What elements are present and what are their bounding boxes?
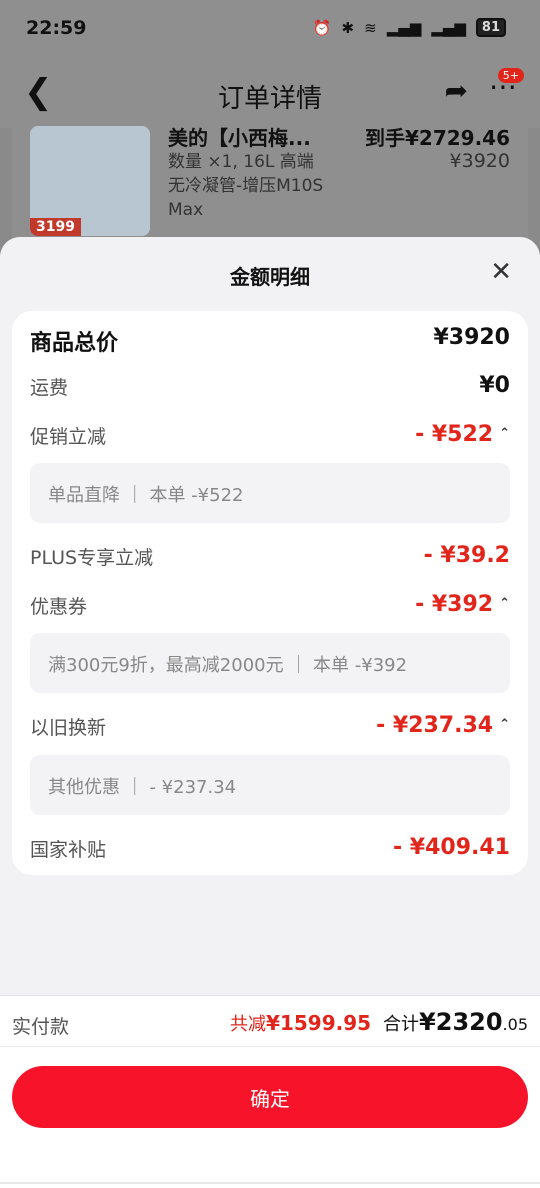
row-total-value: ¥3920 (433, 325, 510, 350)
coupon-detail-box: 满300元9折，最高减2000元 ｜ 本单 -¥392 (30, 633, 510, 693)
row-coupon-label: 优惠券 (30, 596, 88, 618)
row-promo-value: - ¥522 ⌃ (415, 422, 510, 447)
product-summary: 3199 美的【小西梅... 数量 ×1, 16L 高端无冷凝管-增压M10S … (12, 126, 528, 248)
bluetooth-icon: ✱ (341, 18, 355, 37)
home-indicator (0, 1182, 540, 1184)
product-spec: 数量 ×1, 16L 高端无冷凝管-增压M10S Max (168, 152, 324, 220)
status-time: 22:59 (26, 17, 87, 39)
row-subsidy-value: - ¥409.41 (393, 835, 510, 860)
share-icon[interactable]: ➦ (445, 74, 468, 107)
sum-label: 合计 (383, 1014, 420, 1035)
row-tradein[interactable]: 以旧换新 - ¥237.34 ⌃ (30, 713, 510, 745)
row-coupon[interactable]: 优惠券 - ¥392 ⌃ (30, 592, 510, 624)
product-arrive-price: 到手¥2729.46 (364, 126, 510, 150)
row-plus-value: - ¥39.2 (423, 543, 510, 568)
row-total-label: 商品总价 (30, 331, 119, 356)
row-tradein-label: 以旧换新 (30, 717, 107, 739)
confirm-button[interactable]: 确定 (12, 1066, 528, 1128)
sum-decimal: .05 (502, 1015, 528, 1034)
chevron-up-icon[interactable]: ⌃ (499, 596, 510, 611)
amount-card: 商品总价 ¥3920 运费 ¥0 促销立减 - ¥522 ⌃ 单品直降 ｜ 本单 … (12, 311, 528, 875)
row-plus-label: PLUS专享立减 (30, 547, 154, 569)
row-total: 商品总价 ¥3920 (30, 325, 510, 357)
row-shipping: 运费 ¥0 (30, 373, 510, 405)
paid-summary: 共减¥1599.95 合计¥2320.05 (230, 1008, 528, 1036)
product-image-price: 3199 (30, 218, 81, 236)
coupon-detail-text: 满300元9折，最高减2000元 ｜ 本单 -¥392 (48, 655, 408, 676)
wifi-icon: ≋ (364, 18, 377, 37)
row-shipping-label: 运费 (30, 377, 69, 399)
row-tradein-value: - ¥237.34 ⌃ (376, 713, 510, 738)
sum-value: ¥2320 (419, 1008, 503, 1036)
row-promo[interactable]: 促销立减 - ¥522 ⌃ (30, 422, 510, 454)
divider (0, 1046, 540, 1047)
row-subsidy-label: 国家补贴 (30, 839, 107, 861)
tradein-detail-text: 其他优惠 ｜ - ¥237.34 (48, 777, 237, 798)
signal-icon-2: ▂▄▆ (431, 18, 466, 37)
reduce-value: ¥1599.95 (266, 1011, 372, 1035)
sheet-title: 金额明细 (230, 265, 310, 289)
bottom-bar: 实付款 共减¥1599.95 合计¥2320.05 确定 (0, 995, 540, 1188)
paid-label: 实付款 (12, 1016, 70, 1038)
promo-detail-box: 单品直降 ｜ 本单 -¥522 (30, 463, 510, 523)
notification-badge: 5+ (497, 68, 524, 83)
tradein-detail-box: 其他优惠 ｜ - ¥237.34 (30, 755, 510, 815)
battery-icon: 81 (475, 18, 506, 37)
chevron-up-icon[interactable]: ⌃ (499, 426, 510, 441)
promo-detail-text: 单品直降 ｜ 本单 -¥522 (48, 485, 244, 506)
product-name: 美的【小西梅... (168, 126, 311, 150)
row-promo-label: 促销立减 (30, 426, 107, 448)
signal-icon: ▂▄▆ (386, 18, 422, 37)
status-bar: 22:59 ⏰ ✱ ≋ ▂▄▆ ▂▄▆ 81 (0, 0, 540, 58)
chevron-up-icon[interactable]: ⌃ (499, 717, 510, 732)
nav-header: ❮ 订单详情 ➦ ⋯ 5+ (0, 58, 540, 128)
reduce-label: 共减 (230, 1014, 267, 1035)
row-plus: PLUS专享立减 - ¥39.2 (30, 543, 510, 575)
row-subsidy: 国家补贴 - ¥409.41 (30, 835, 510, 867)
alarm-icon: ⏰ (312, 18, 332, 37)
product-image[interactable]: 3199 (30, 126, 150, 236)
close-icon[interactable]: ✕ (490, 257, 512, 287)
product-original-price: ¥3920 (449, 150, 510, 172)
row-shipping-value: ¥0 (479, 373, 510, 398)
status-icons: ⏰ ✱ ≋ ▂▄▆ ▂▄▆ 81 (313, 18, 506, 37)
row-coupon-value: - ¥392 ⌃ (415, 592, 510, 617)
